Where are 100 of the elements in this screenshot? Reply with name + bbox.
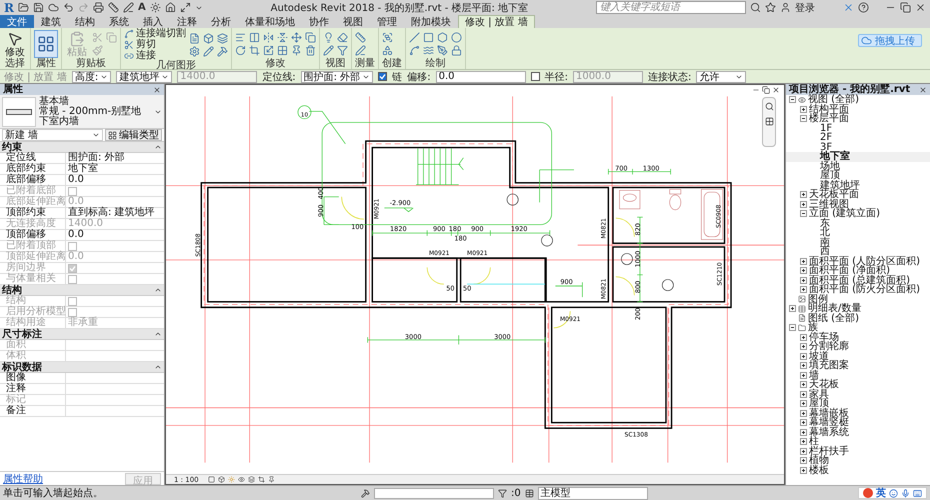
expand-icon[interactable]: [800, 362, 807, 370]
scissors-icon[interactable]: [124, 40, 134, 50]
section-header[interactable]: 结构: [0, 285, 164, 296]
ribbon-tab[interactable]: 视图: [336, 15, 370, 28]
tree-item[interactable]: 明细表/数量: [786, 304, 930, 314]
square-icon[interactable]: [208, 476, 215, 483]
caret-icon[interactable]: [92, 131, 100, 139]
ribbon-tab[interactable]: 结构: [68, 15, 102, 28]
expand-icon[interactable]: [800, 381, 807, 388]
hammer-icon[interactable]: [217, 46, 228, 57]
tree-item[interactable]: 图例: [786, 294, 930, 304]
search-icon[interactable]: [750, 2, 761, 13]
expand-icon[interactable]: [800, 390, 807, 398]
tree-item[interactable]: 场地: [786, 162, 930, 171]
section-header[interactable]: 标识数据: [0, 362, 164, 373]
keyboard-icon[interactable]: [913, 488, 922, 498]
pencil-icon[interactable]: [203, 46, 214, 57]
tree-item[interactable]: 视图 (全部): [786, 95, 930, 104]
ribbon-tab[interactable]: 管理: [370, 15, 404, 28]
tree-item[interactable]: 幕墙竖梃: [786, 418, 930, 428]
close-icon[interactable]: [919, 86, 927, 94]
ribbon-tab[interactable]: 分析: [204, 15, 238, 28]
polygon-icon[interactable]: [437, 32, 448, 43]
collapse-icon[interactable]: [800, 210, 807, 218]
level-dropdown[interactable]: 建筑地坪: [116, 70, 172, 82]
cloud-icon[interactable]: [48, 2, 59, 13]
tree-item[interactable]: 幕墙嵌板: [786, 408, 930, 418]
layers-icon[interactable]: [248, 476, 255, 483]
tree-item[interactable]: 天花板平面: [786, 190, 930, 200]
tree-item[interactable]: 面积平面 (总建筑面积): [786, 276, 930, 285]
scale-icon[interactable]: [263, 45, 274, 56]
ribbon-tab[interactable]: 修改 | 放置 墙: [458, 15, 535, 28]
chain-checkbox[interactable]: [378, 72, 388, 81]
property-value[interactable]: 0.0: [66, 175, 164, 185]
flip-icon[interactable]: [277, 32, 288, 43]
type-selector[interactable]: 基本墙 常规 - 200mm-别墅地下室内墙: [0, 95, 164, 129]
expand-icon[interactable]: [800, 400, 807, 408]
tree-item[interactable]: 建筑地坪: [786, 180, 930, 190]
ribbon-tab[interactable]: 附加模块: [404, 15, 458, 28]
layers-icon[interactable]: [217, 33, 228, 44]
printer-icon[interactable]: [92, 2, 104, 13]
tree-item[interactable]: 分割轮廓: [786, 342, 930, 352]
user-icon[interactable]: [780, 2, 791, 13]
pin-icon[interactable]: [268, 476, 275, 483]
text-tool-button[interactable]: A: [138, 2, 146, 13]
crop-icon[interactable]: [258, 476, 265, 483]
spline-icon[interactable]: [409, 45, 420, 56]
collapse-icon[interactable]: [789, 324, 796, 332]
restore-icon[interactable]: [762, 86, 770, 94]
eye-icon[interactable]: [238, 476, 245, 483]
filter-icon[interactable]: [498, 488, 507, 498]
shapes-icon[interactable]: [382, 45, 393, 56]
pin-icon[interactable]: [291, 45, 302, 56]
navigation-bar[interactable]: [762, 97, 776, 147]
close-icon[interactable]: [772, 86, 780, 94]
app-logo[interactable]: R: [4, 2, 14, 14]
table-icon[interactable]: [524, 488, 534, 498]
collapse-icon[interactable]: [800, 115, 807, 122]
ruler-icon[interactable]: [108, 2, 119, 13]
ribbon-tab[interactable]: 协作: [302, 15, 336, 28]
tree-item[interactable]: 地下室: [786, 152, 930, 162]
ime-mode[interactable]: 英: [876, 486, 886, 500]
smile-icon[interactable]: [889, 488, 898, 498]
expand-icon[interactable]: [800, 352, 807, 360]
ruler-icon[interactable]: [355, 32, 366, 43]
pencil-icon[interactable]: [323, 45, 334, 56]
offset-field[interactable]: 0.0: [436, 70, 526, 82]
wave-icon[interactable]: [423, 45, 434, 56]
grid-icon[interactable]: [764, 117, 774, 126]
radius-checkbox[interactable]: [530, 72, 540, 81]
folder-icon[interactable]: [18, 2, 29, 13]
expand-icon[interactable]: [800, 191, 807, 198]
ribbon-tab[interactable]: 建筑: [34, 15, 68, 28]
link-icon[interactable]: [124, 51, 134, 61]
tree-item[interactable]: 结构平面: [786, 104, 930, 114]
expand-icon[interactable]: [789, 305, 796, 312]
expand-icon[interactable]: [800, 466, 807, 474]
cut-button[interactable]: 剪切: [124, 40, 186, 50]
tree-item[interactable]: 族: [786, 323, 930, 332]
tree-item[interactable]: 填充图案: [786, 361, 930, 370]
settings-icon[interactable]: [189, 46, 200, 57]
expand-icon[interactable]: [800, 428, 807, 436]
tree-item[interactable]: 屋顶: [786, 171, 930, 180]
ribbon-tab[interactable]: 系统: [102, 15, 136, 28]
edit-type-button[interactable]: 编辑类型: [105, 129, 162, 141]
collapse-icon[interactable]: [154, 330, 162, 338]
ribbon-tab[interactable]: 注释: [170, 15, 204, 28]
collapse-icon[interactable]: [154, 363, 162, 371]
tree-item[interactable]: 楼板: [786, 466, 930, 475]
x-icon[interactable]: [842, 2, 854, 13]
group-icon[interactable]: [382, 32, 393, 43]
hammer-icon[interactable]: [361, 488, 370, 498]
section-header[interactable]: 尺寸标注: [0, 329, 164, 340]
tree-item[interactable]: 栏杆扶手: [786, 446, 930, 456]
expand-icon[interactable]: [800, 106, 807, 113]
box-icon[interactable]: [218, 476, 225, 483]
tree-item[interactable]: 天花板: [786, 380, 930, 390]
mirror-icon[interactable]: [263, 32, 274, 43]
move-icon[interactable]: [291, 32, 302, 43]
line-icon[interactable]: [409, 32, 420, 43]
